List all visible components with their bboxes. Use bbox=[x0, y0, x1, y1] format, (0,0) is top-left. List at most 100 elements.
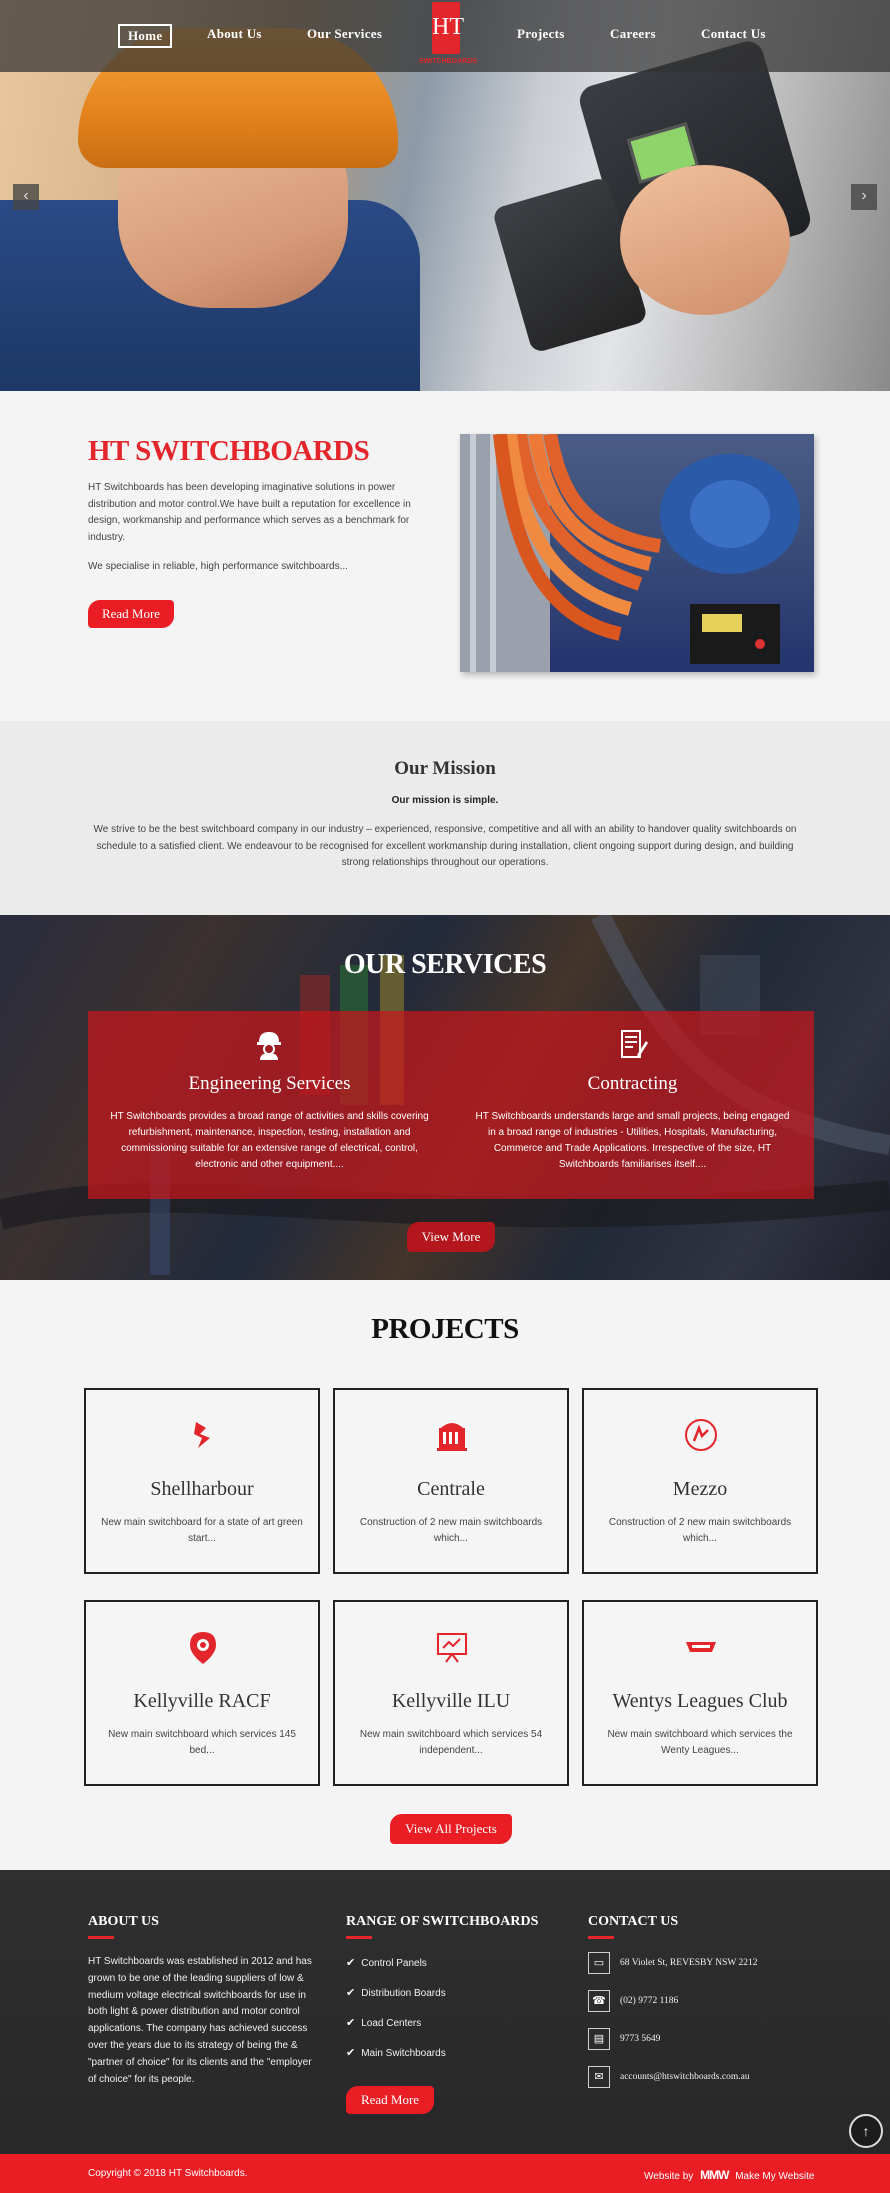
service-contracting[interactable]: Contracting HT Switchboards understands … bbox=[451, 1011, 814, 1199]
footer-link-main-switchboards[interactable]: ✔ Main Switchboards bbox=[346, 2046, 446, 2059]
project-card-shellharbour[interactable]: Shellharbour New main switchboard for a … bbox=[84, 1388, 320, 1574]
project-card-kellyville-ilu[interactable]: Kellyville ILU New main switchboard whic… bbox=[333, 1600, 569, 1786]
switchboard-photo bbox=[460, 434, 814, 672]
footer-heading-underline bbox=[88, 1936, 114, 1939]
check-icon: ✔ bbox=[346, 1987, 356, 1999]
project-description: New main switchboard which services the … bbox=[607, 1729, 793, 1756]
footer-heading-underline bbox=[588, 1936, 614, 1939]
wentys-logo-icon bbox=[686, 1642, 716, 1652]
footer-about-heading: ABOUT US bbox=[88, 1914, 159, 1929]
footer: ABOUT US HT Switchboards was established… bbox=[0, 1870, 890, 2154]
services-title: OUR SERVICES bbox=[343, 949, 547, 980]
service-name: Engineering Services bbox=[188, 1073, 351, 1094]
logo-mark: HT bbox=[432, 14, 464, 40]
about-section: HT SWITCHBOARDS HT Switchboards has been… bbox=[0, 391, 890, 721]
slider-next-arrow[interactable]: › bbox=[851, 184, 877, 210]
address-card-icon: ▭ bbox=[588, 1952, 610, 1974]
fax-icon: ▤ bbox=[588, 2028, 610, 2050]
about-read-more-button[interactable]: Read More bbox=[88, 600, 174, 628]
engineer-helmet-icon bbox=[257, 1032, 281, 1060]
footer-link-load-centers[interactable]: ✔ Load Centers bbox=[346, 2016, 421, 2029]
nav-home[interactable]: Home bbox=[118, 24, 173, 48]
projects-title: PROJECTS bbox=[371, 1313, 519, 1345]
copyright-bar: Copyright © 2018 HT Switchboards. Websit… bbox=[0, 2154, 890, 2193]
footer-address: ▭ 68 Violet St, REVESBY NSW 2212 bbox=[588, 1952, 758, 1974]
footer-email[interactable]: ✉ accounts@htswitchboards.com.au bbox=[588, 2066, 750, 2088]
phone-text: (02) 9772 1186 bbox=[620, 1996, 679, 2007]
footer-phone[interactable]: ☎ (02) 9772 1186 bbox=[588, 1990, 678, 2012]
project-name: Kellyville RACF bbox=[133, 1690, 271, 1712]
about-paragraph: HT Switchboards has been developing imag… bbox=[88, 482, 411, 543]
phone-icon: ☎ bbox=[588, 1990, 610, 2012]
project-description: New main switchboard which services 54 i… bbox=[359, 1729, 543, 1756]
footer-read-more-button[interactable]: Read More bbox=[346, 2086, 434, 2114]
footer-link-distribution-boards[interactable]: ✔ Distribution Boards bbox=[346, 1986, 446, 1999]
project-description: New main switchboard which services 145 … bbox=[108, 1729, 296, 1756]
project-description: Construction of 2 new main switchboards … bbox=[608, 1517, 792, 1544]
nav-projects[interactable]: Projects bbox=[517, 26, 565, 42]
website-credit[interactable]: Website by MMW Make My Website bbox=[644, 2168, 814, 2182]
footer-heading-underline bbox=[346, 1936, 372, 1939]
nav-contact-us[interactable]: Contact Us bbox=[701, 26, 766, 42]
service-description: HT Switchboards provides a broad range o… bbox=[110, 1111, 429, 1170]
copyright-text: Copyright © 2018 HT Switchboards. bbox=[88, 2168, 248, 2179]
services-view-more-button[interactable]: View More bbox=[407, 1222, 495, 1252]
service-description: HT Switchboards understands large and sm… bbox=[475, 1111, 790, 1170]
credit-prefix: Website by bbox=[644, 2171, 694, 2182]
mission-title: Our Mission bbox=[394, 758, 496, 779]
centrale-building-icon bbox=[437, 1423, 467, 1451]
footer-about-text: HT Switchboards was established in 2012 … bbox=[88, 1956, 312, 2085]
nav-our-services[interactable]: Our Services bbox=[307, 26, 382, 42]
mission-section: Our Mission Our mission is simple. We st… bbox=[0, 721, 890, 915]
footer-fax: ▤ 9773 5649 bbox=[588, 2028, 660, 2050]
footer-link-label: Main Switchboards bbox=[361, 2048, 446, 2059]
project-card-mezzo[interactable]: Mezzo Construction of 2 new main switchb… bbox=[582, 1388, 818, 1574]
about-title: HT SWITCHBOARDS bbox=[88, 435, 370, 467]
location-pin-icon bbox=[190, 1632, 216, 1664]
credit-name: Make My Website bbox=[735, 2171, 815, 2182]
footer-range-heading: RANGE OF SWITCHBOARDS bbox=[346, 1914, 539, 1929]
main-navigation: Home About Us Our Services HT SWITCHBOAR… bbox=[0, 0, 890, 72]
footer-link-control-panels[interactable]: ✔ Control Panels bbox=[346, 1956, 427, 1969]
nav-about-us[interactable]: About Us bbox=[207, 26, 262, 42]
scroll-to-top-button[interactable]: ↑ bbox=[849, 2114, 883, 2148]
service-name: Contracting bbox=[587, 1073, 678, 1094]
address-text: 68 Violet St, REVESBY NSW 2212 bbox=[620, 1958, 758, 1969]
project-card-kellyville-racf[interactable]: Kellyville RACF New main switchboard whi… bbox=[84, 1600, 320, 1786]
project-description: New main switchboard for a state of art … bbox=[101, 1517, 303, 1544]
project-name: Centrale bbox=[417, 1478, 485, 1500]
footer-link-label: Distribution Boards bbox=[361, 1988, 446, 1999]
logo-text: SWITCHBOARDS bbox=[419, 58, 477, 65]
footer-contact-heading: CONTACT US bbox=[588, 1914, 679, 1929]
hero-hand bbox=[620, 165, 790, 315]
logo[interactable]: HT bbox=[432, 2, 464, 54]
project-card-centrale[interactable]: Centrale Construction of 2 new main swit… bbox=[333, 1388, 569, 1574]
email-text: accounts@htswitchboards.com.au bbox=[620, 2072, 750, 2083]
project-name: Kellyville ILU bbox=[391, 1690, 511, 1712]
project-card-wentys[interactable]: Wentys Leagues Club New main switchboard… bbox=[582, 1600, 818, 1786]
services-panel: Engineering Services HT Switchboards pro… bbox=[88, 1011, 814, 1199]
about-specialise-text: We specialise in reliable, high performa… bbox=[88, 561, 348, 572]
footer-link-label: Load Centers bbox=[361, 2018, 422, 2029]
contract-document-icon bbox=[621, 1030, 648, 1058]
mission-text: We strive to be the best switchboard com… bbox=[93, 824, 797, 868]
slider-prev-arrow[interactable]: ‹ bbox=[13, 184, 39, 210]
view-all-projects-button[interactable]: View All Projects bbox=[390, 1814, 512, 1844]
projects-section: PROJECTS Shellharbour New main switchboa… bbox=[0, 1280, 890, 1870]
switchboard-illustration bbox=[460, 434, 800, 672]
services-section: OUR SERVICES Engineering Services HT Swi… bbox=[0, 915, 890, 1280]
project-name: Wentys Leagues Club bbox=[612, 1690, 788, 1712]
make-my-website-logo: MMW bbox=[700, 2168, 729, 2182]
shellharbour-logo-icon bbox=[194, 1422, 210, 1448]
presentation-board-icon bbox=[437, 1633, 467, 1663]
mezzo-logo-icon bbox=[685, 1419, 717, 1451]
check-icon: ✔ bbox=[346, 1957, 356, 1969]
check-icon: ✔ bbox=[346, 2047, 356, 2059]
check-icon: ✔ bbox=[346, 2017, 356, 2029]
fax-text: 9773 5649 bbox=[620, 2034, 661, 2045]
nav-careers[interactable]: Careers bbox=[610, 26, 656, 42]
mission-subtitle: Our mission is simple. bbox=[391, 795, 499, 806]
service-engineering[interactable]: Engineering Services HT Switchboards pro… bbox=[88, 1011, 451, 1199]
envelope-icon: ✉ bbox=[588, 2066, 610, 2088]
project-name: Shellharbour bbox=[150, 1478, 254, 1500]
